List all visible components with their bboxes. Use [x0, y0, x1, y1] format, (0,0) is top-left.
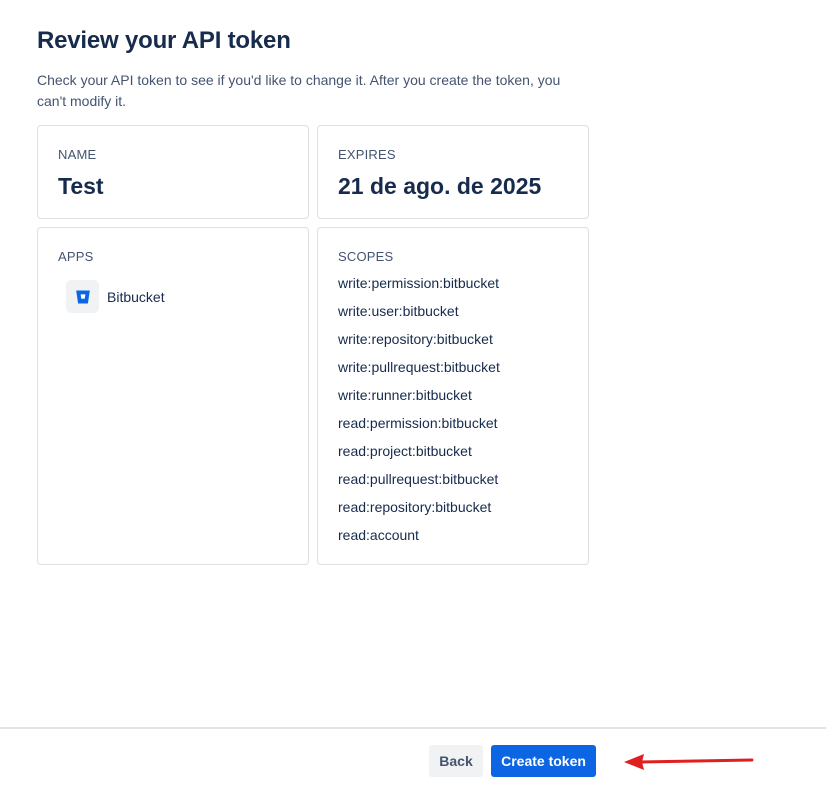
name-card: NAME Test: [37, 125, 309, 219]
app-item-bitbucket: Bitbucket: [66, 280, 165, 313]
scope-item: read:permission:bitbucket: [338, 415, 498, 431]
expires-value: 21 de ago. de 2025: [338, 173, 542, 199]
expires-label: EXPIRES: [338, 147, 396, 162]
scope-item: read:pullrequest:bitbucket: [338, 471, 499, 487]
back-button[interactable]: Back: [429, 745, 483, 777]
scope-item: read:project:bitbucket: [338, 443, 472, 459]
app-name: Bitbucket: [107, 288, 165, 305]
page-title: Review your API token: [37, 27, 291, 54]
scope-item: read:account: [338, 527, 419, 543]
page-description: Check your API token to see if you'd lik…: [37, 72, 561, 109]
scope-item: write:repository:bitbucket: [338, 331, 493, 347]
scope-item: write:pullrequest:bitbucket: [338, 359, 500, 375]
annotation-arrow-icon: [624, 754, 754, 770]
scope-item: write:permission:bitbucket: [338, 275, 500, 291]
scope-list: write:permission:bitbucket write:user:bi…: [338, 274, 500, 554]
expires-card: EXPIRES 21 de ago. de 2025: [317, 125, 589, 219]
scope-item: read:repository:bitbucket: [338, 499, 492, 515]
scope-item: write:runner:bitbucket: [338, 387, 472, 403]
create-token-button[interactable]: Create token: [491, 745, 596, 777]
name-label: NAME: [58, 147, 97, 162]
footer-divider: [0, 727, 826, 729]
review-api-token-page: Review your API token Check your API tok…: [0, 0, 826, 785]
scopes-label: SCOPES: [338, 249, 394, 264]
scope-item: write:user:bitbucket: [338, 303, 459, 319]
name-value: Test: [58, 173, 104, 199]
apps-label: APPS: [58, 249, 94, 264]
scopes-card: SCOPES write:permission:bitbucket write:…: [317, 227, 589, 565]
apps-card: APPS Bitbucket: [37, 227, 309, 565]
bitbucket-icon: [66, 280, 99, 313]
